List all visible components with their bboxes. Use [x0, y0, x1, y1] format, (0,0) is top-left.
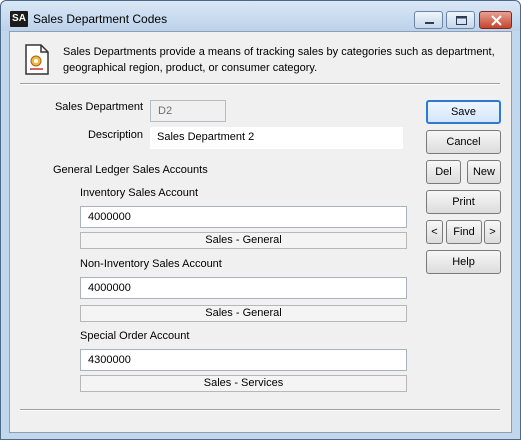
sales-department-codes-window: SA Sales Department Codes Sales Departme…	[0, 0, 521, 440]
special-order-account-name: Sales - Services	[80, 375, 407, 392]
delete-button[interactable]: Del	[426, 160, 461, 184]
inventory-sales-account-field[interactable]: 4000000	[80, 206, 407, 228]
description-field[interactable]: Sales Department 2	[150, 127, 403, 149]
minimize-button[interactable]	[414, 11, 443, 29]
info-description: Sales Departments provide a means of tra…	[63, 46, 495, 74]
non-inventory-sales-account-label: Non-Inventory Sales Account	[80, 258, 222, 270]
cancel-button[interactable]: Cancel	[426, 130, 501, 154]
top-divider	[20, 83, 500, 85]
find-button[interactable]: Find	[446, 220, 482, 244]
window-title: Sales Department Codes	[33, 12, 168, 26]
inventory-account-name: Sales - General	[80, 232, 407, 249]
sales-department-field: D2	[150, 100, 226, 122]
gl-section-label: General Ledger Sales Accounts	[53, 164, 208, 176]
description-label: Description	[87, 129, 143, 141]
previous-button[interactable]: <	[426, 220, 443, 244]
app-badge: SA	[10, 11, 28, 27]
maximize-icon	[456, 16, 467, 25]
document-gear-icon	[25, 44, 49, 75]
print-button[interactable]: Print	[426, 190, 501, 214]
non-inventory-sales-account-field[interactable]: 4000000	[80, 277, 407, 299]
dialog-body: Sales Departments provide a means of tra…	[9, 31, 512, 433]
new-button[interactable]: New	[467, 160, 501, 184]
close-icon	[491, 15, 502, 26]
special-order-account-label: Special Order Account	[80, 330, 190, 342]
bottom-divider	[20, 409, 500, 411]
close-button[interactable]	[479, 11, 512, 29]
help-button[interactable]: Help	[426, 250, 501, 274]
special-order-account-field[interactable]: 4300000	[80, 349, 407, 371]
minimize-icon	[425, 22, 434, 24]
next-button[interactable]: >	[484, 220, 501, 244]
title-bar[interactable]: SA Sales Department Codes	[1, 1, 520, 31]
save-button[interactable]: Save	[426, 100, 501, 124]
sales-department-label: Sales Department	[54, 101, 143, 113]
non-inventory-account-name: Sales - General	[80, 305, 407, 322]
inventory-sales-account-label: Inventory Sales Account	[80, 187, 199, 199]
maximize-button[interactable]	[446, 11, 475, 29]
